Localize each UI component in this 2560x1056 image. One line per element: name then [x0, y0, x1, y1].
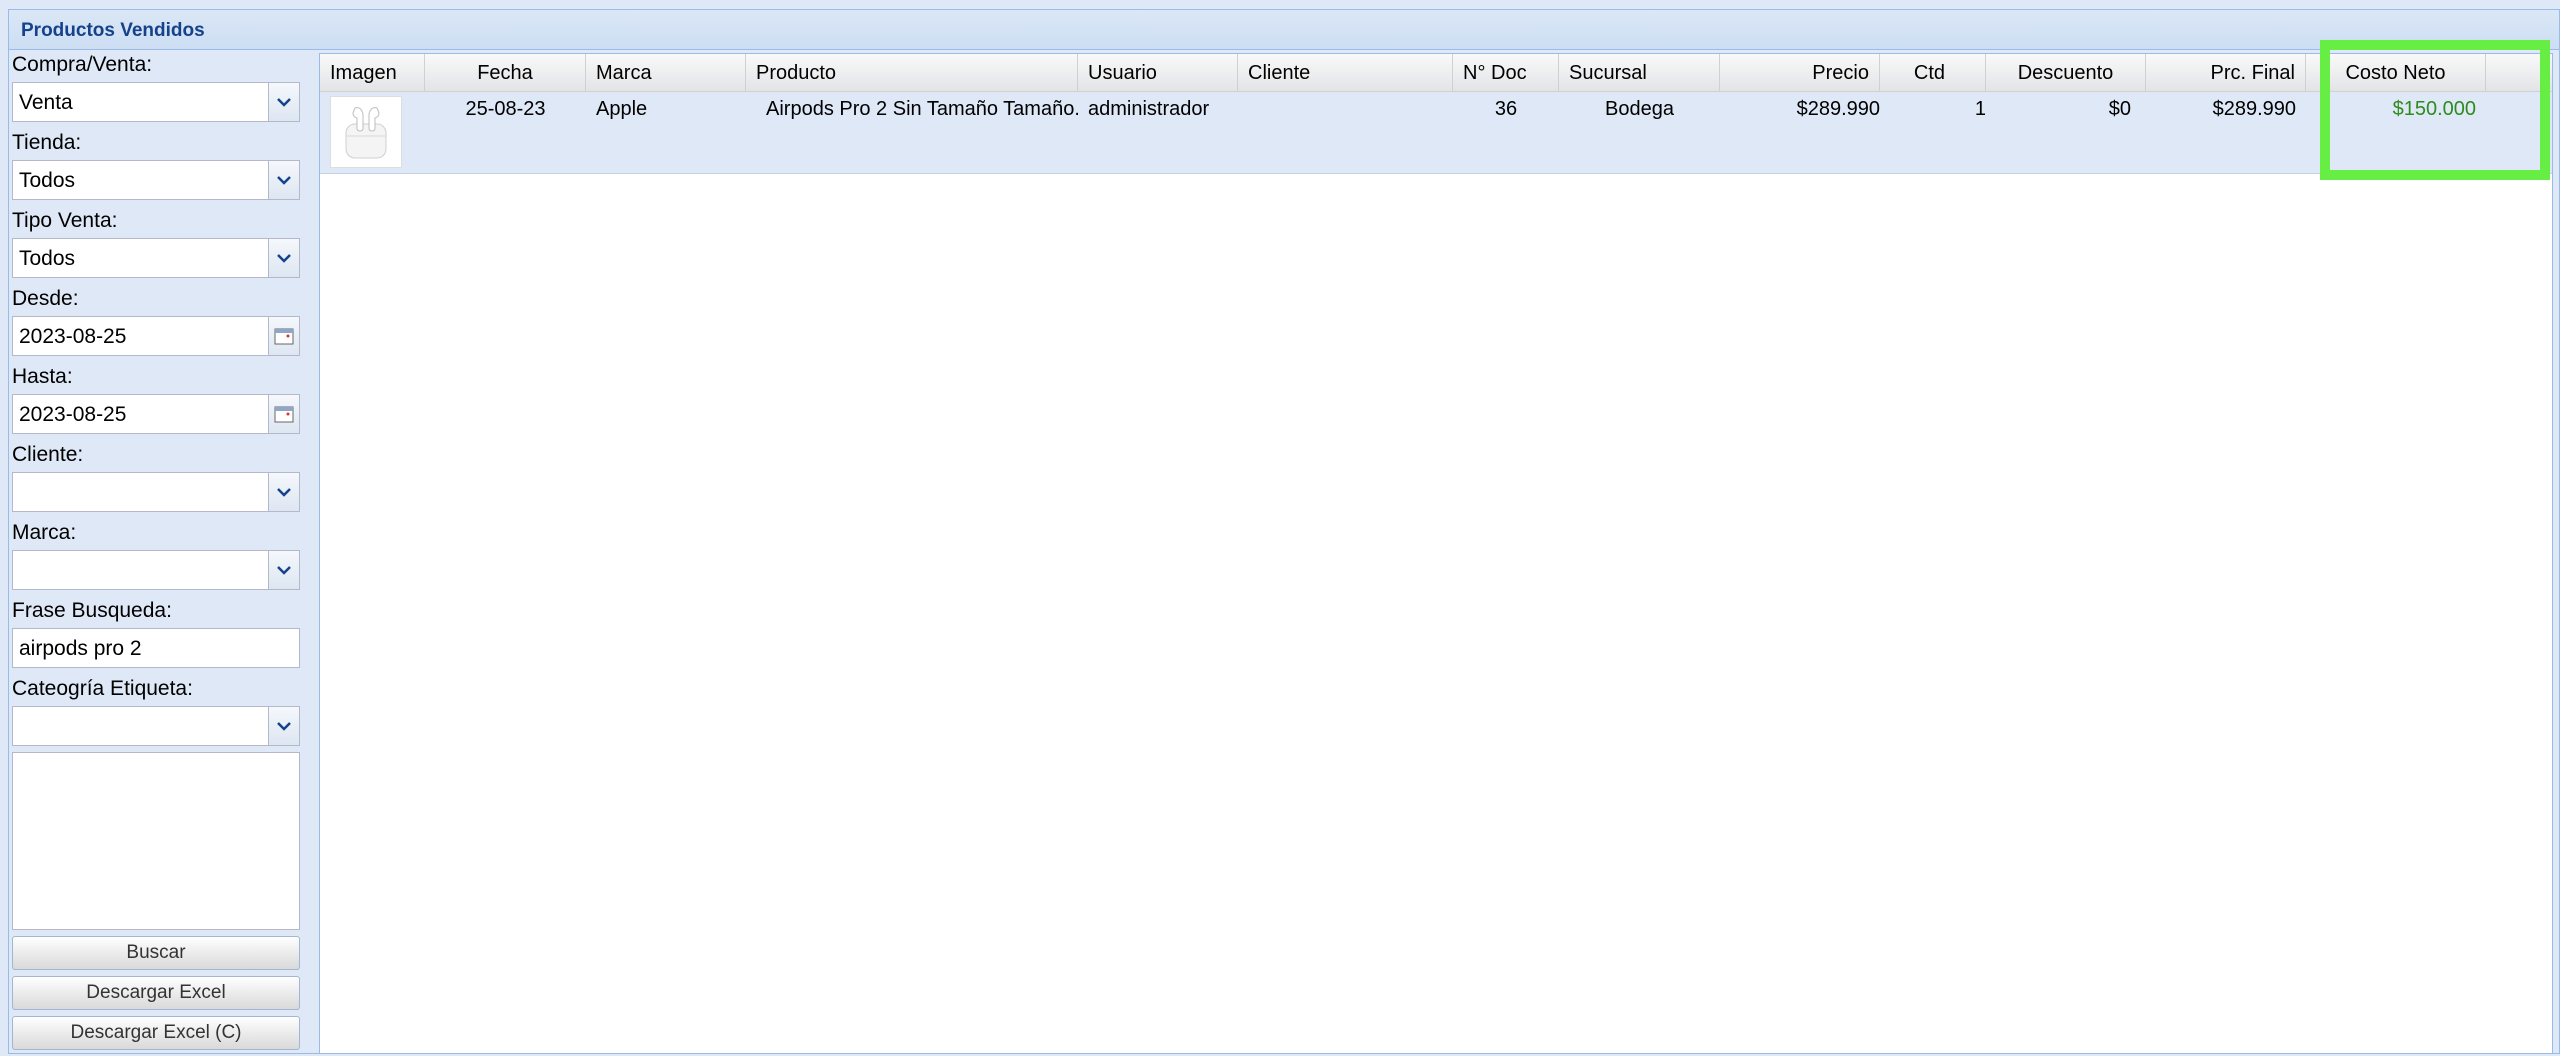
- column-header-spacer: [2486, 54, 2552, 91]
- desde-label: Desde:: [12, 287, 79, 310]
- chevron-down-icon[interactable]: [268, 239, 299, 277]
- column-header-descuento[interactable]: Descuento: [1986, 54, 2146, 91]
- filter-sidebar: Compra/Venta: Venta Tienda: Todos Tipo V…: [8, 50, 310, 1056]
- hasta-label: Hasta:: [12, 365, 73, 388]
- cell-prc-final: $289.990: [2212, 98, 2296, 120]
- cell-precio: $289.990: [1796, 98, 1880, 120]
- chevron-down-icon[interactable]: [268, 551, 299, 589]
- tipo-venta-select[interactable]: Todos: [12, 238, 300, 278]
- calendar-icon[interactable]: [268, 317, 299, 355]
- column-header-precio[interactable]: Precio: [1720, 54, 1880, 91]
- grid-header: Imagen Fecha Marca Producto Usuario Clie…: [320, 54, 2552, 92]
- column-header-producto[interactable]: Producto: [746, 54, 1078, 91]
- tipo-venta-label: Tipo Venta:: [12, 209, 118, 232]
- column-header-sucursal[interactable]: Sucursal: [1559, 54, 1720, 91]
- tienda-label: Tienda:: [12, 131, 82, 154]
- descargar-excel-button[interactable]: Descargar Excel: [12, 976, 300, 1010]
- desde-value: 2023-08-25: [19, 325, 127, 348]
- column-header-costo-neto[interactable]: Costo Neto: [2306, 54, 2486, 91]
- column-header-ctd[interactable]: Ctd: [1880, 54, 1986, 91]
- descargar-excel-c-button[interactable]: Descargar Excel (C): [12, 1016, 300, 1050]
- hasta-date-field[interactable]: 2023-08-25: [12, 394, 300, 434]
- tienda-select[interactable]: Todos: [12, 160, 300, 200]
- cell-sucursal: Bodega: [1605, 98, 1674, 120]
- marca-select[interactable]: [12, 550, 300, 590]
- column-header-imagen[interactable]: Imagen: [320, 54, 425, 91]
- product-image-cell: [320, 92, 425, 173]
- compra-venta-select[interactable]: Venta: [12, 82, 300, 122]
- cell-producto: Airpods Pro 2 Sin Tamaño Tamaño...: [766, 98, 1078, 120]
- compra-venta-value: Venta: [19, 91, 73, 114]
- hasta-value: 2023-08-25: [19, 403, 127, 426]
- frase-busqueda-input[interactable]: airpods pro 2: [12, 628, 300, 668]
- categoria-etiqueta-label: Cateogría Etiqueta:: [12, 677, 193, 700]
- tienda-value: Todos: [19, 169, 76, 192]
- productos-grid: Imagen Fecha Marca Producto Usuario Clie…: [319, 53, 2553, 1054]
- cell-n-doc: 36: [1494, 98, 1518, 120]
- frase-busqueda-label: Frase Busqueda:: [12, 599, 172, 622]
- tipo-venta-value: Todos: [19, 247, 76, 270]
- desde-date-field[interactable]: 2023-08-25: [12, 316, 300, 356]
- chevron-down-icon[interactable]: [268, 83, 299, 121]
- column-header-usuario[interactable]: Usuario: [1078, 54, 1238, 91]
- cell-marca: Apple: [596, 98, 648, 120]
- cliente-select[interactable]: [12, 472, 300, 512]
- categoria-etiqueta-select[interactable]: [12, 706, 300, 746]
- column-header-marca[interactable]: Marca: [586, 54, 746, 91]
- chevron-down-icon[interactable]: [268, 473, 299, 511]
- column-header-cliente[interactable]: Cliente: [1238, 54, 1453, 91]
- frase-busqueda-value: airpods pro 2: [19, 637, 142, 660]
- cell-cliente: [1238, 92, 1453, 173]
- categoria-listbox[interactable]: [12, 752, 300, 930]
- panel-title: Productos Vendidos: [9, 10, 2559, 50]
- table-row[interactable]: 25-08-23 Apple Airpods Pro 2 Sin Tamaño …: [320, 92, 2552, 174]
- chevron-down-icon[interactable]: [268, 707, 299, 745]
- column-header-fecha[interactable]: Fecha: [425, 54, 586, 91]
- calendar-icon[interactable]: [268, 395, 299, 433]
- cliente-label: Cliente:: [12, 443, 84, 466]
- chevron-down-icon[interactable]: [268, 161, 299, 199]
- buscar-button[interactable]: Buscar: [12, 936, 300, 970]
- cell-descuento: $0: [2108, 98, 2131, 120]
- cell-costo-neto: $150.000: [2392, 98, 2476, 120]
- airpods-image: [330, 96, 402, 168]
- column-header-n-doc[interactable]: N° Doc: [1453, 54, 1559, 91]
- marca-label: Marca:: [12, 521, 77, 544]
- cell-fecha: 25-08-23: [465, 98, 546, 120]
- cell-ctd: 1: [1974, 98, 1986, 120]
- cell-usuario: administrador: [1088, 98, 1210, 120]
- column-header-prc-final[interactable]: Prc. Final: [2146, 54, 2306, 91]
- compra-venta-label: Compra/Venta:: [12, 53, 153, 76]
